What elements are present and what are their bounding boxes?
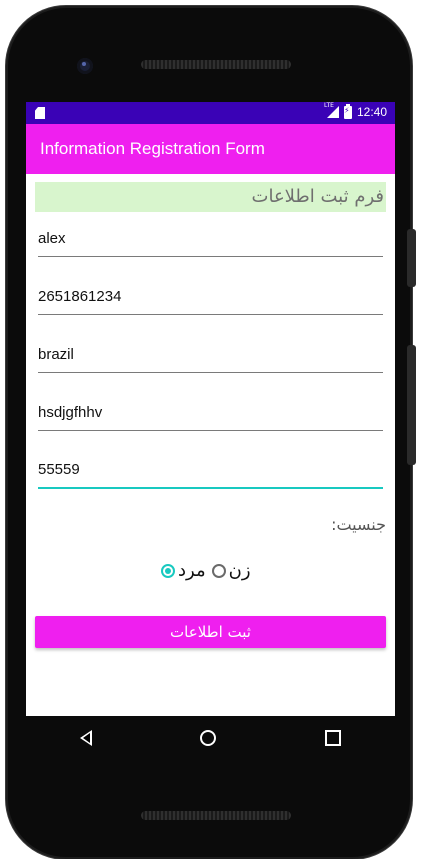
- country-field[interactable]: [38, 342, 383, 373]
- battery-icon: [343, 103, 352, 119]
- address-input[interactable]: [38, 400, 383, 426]
- male-radio-label[interactable]: مرد: [178, 560, 206, 581]
- female-radio-option[interactable]: زن: [211, 560, 251, 581]
- female-radio-label[interactable]: زن: [229, 560, 251, 581]
- signal-icon: LTE: [324, 102, 339, 119]
- name-input[interactable]: [38, 226, 383, 252]
- navigation-bar: [26, 716, 395, 760]
- form-header: فرم ثبت اطلاعات: [35, 182, 386, 212]
- home-icon[interactable]: [200, 730, 217, 746]
- postal-code-field[interactable]: [38, 457, 383, 489]
- sd-card-icon: [35, 107, 45, 119]
- gender-label: جنسیت:: [331, 515, 386, 534]
- bottom-speaker: [141, 811, 291, 820]
- status-bar: LTE 12:40: [26, 102, 395, 124]
- status-time: 12:40: [356, 105, 387, 119]
- gender-radio-group: مرد زن: [161, 560, 251, 581]
- male-radio-option[interactable]: مرد: [161, 560, 206, 581]
- earpiece-speaker: [141, 60, 291, 69]
- phone-field[interactable]: [38, 284, 383, 315]
- female-radio-button[interactable]: [211, 563, 226, 578]
- country-input[interactable]: [38, 342, 383, 368]
- app-screen: LTE 12:40 Information Registration Form …: [26, 102, 395, 716]
- recents-icon[interactable]: [324, 730, 341, 746]
- volume-button: [407, 345, 416, 465]
- male-radio-button[interactable]: [161, 563, 175, 578]
- phone-input[interactable]: [38, 284, 383, 310]
- front-camera-icon: [77, 58, 93, 74]
- power-button: [407, 229, 416, 287]
- back-icon[interactable]: [80, 730, 93, 746]
- status-right-group: LTE 12:40: [324, 102, 387, 119]
- postal-code-input[interactable]: [38, 457, 383, 483]
- submit-button[interactable]: ثبت اطلاعات: [35, 616, 386, 648]
- name-field[interactable]: [38, 226, 383, 257]
- app-title: Information Registration Form: [40, 139, 265, 158]
- app-bar: Information Registration Form: [26, 124, 395, 174]
- address-field[interactable]: [38, 400, 383, 431]
